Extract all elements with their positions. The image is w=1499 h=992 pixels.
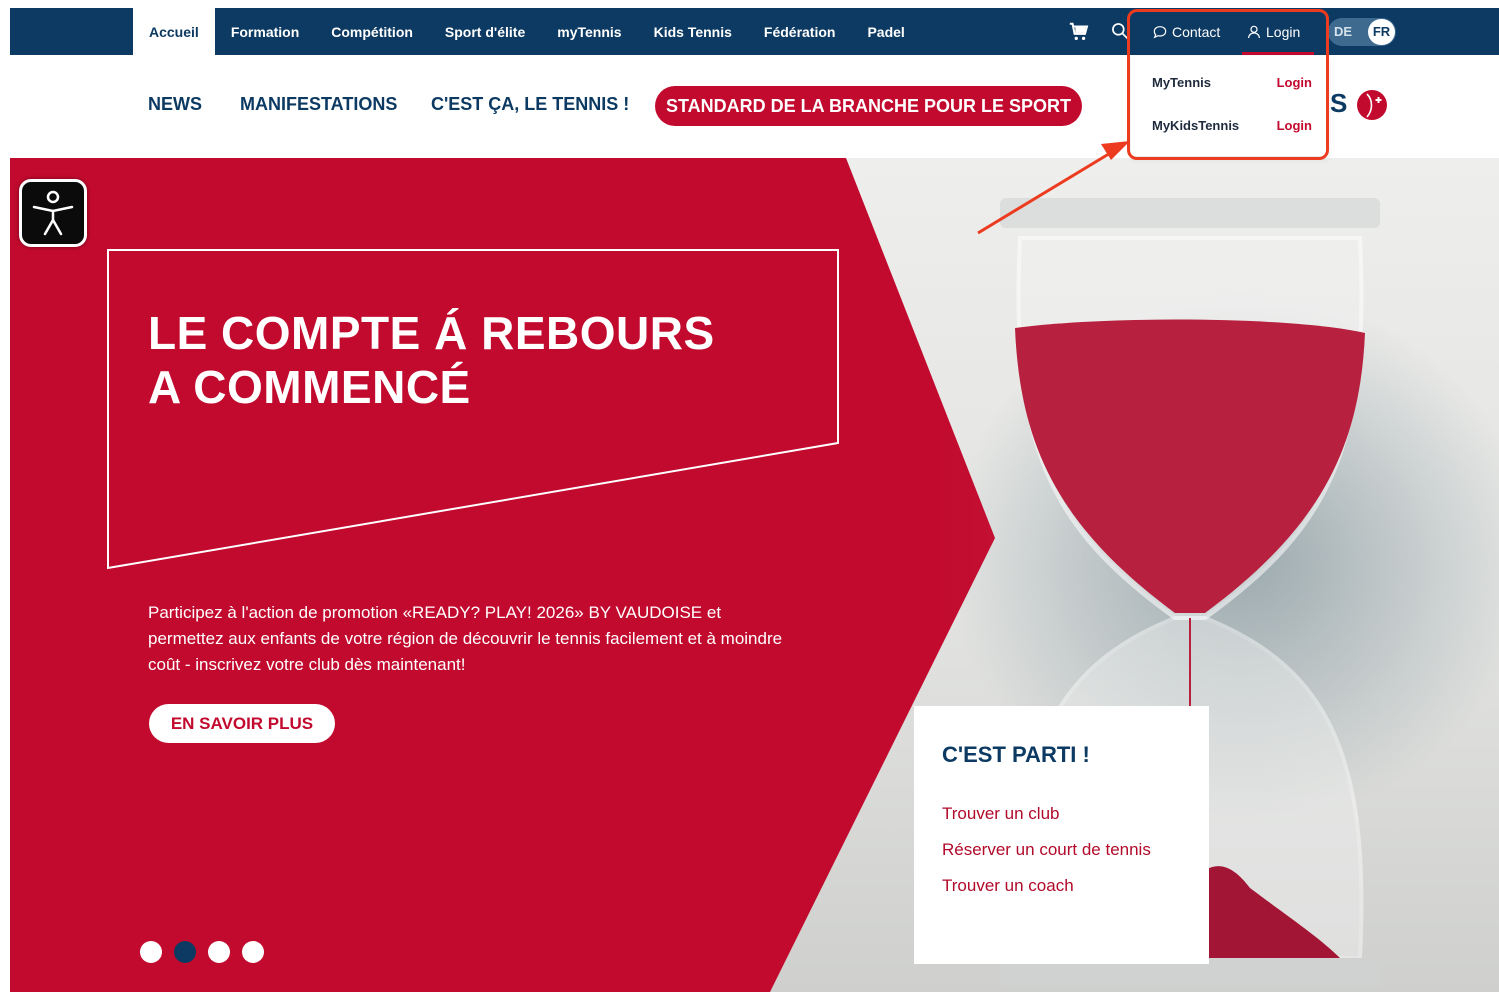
hero-banner: LE COMPTE Á REBOURS A COMMENCÉ Participe… <box>10 158 1499 992</box>
hero-headline-line1: LE COMPTE Á REBOURS <box>148 307 715 359</box>
quick-links-title: C'EST PARTI ! <box>942 742 1090 767</box>
contact-label: Contact <box>1172 23 1221 40</box>
find-coach-link[interactable]: Trouver un coach <box>942 876 1074 896</box>
cart-icon[interactable] <box>1068 21 1090 43</box>
accessibility-button[interactable] <box>19 179 87 247</box>
dropdown-label-mytennis: MyTennis <box>1152 75 1211 90</box>
subnav-manifestations[interactable]: MANIFESTATIONS <box>240 94 397 115</box>
contact-link[interactable]: Contact <box>1152 8 1220 55</box>
subnav-cest-ca-le-tennis[interactable]: C'EST ÇA, LE TENNIS ! <box>431 94 629 115</box>
login-dropdown: MyTennis Login MyKidsTennis Login <box>1131 56 1328 156</box>
login-link[interactable]: Login <box>1246 8 1300 55</box>
hero-headline: LE COMPTE Á REBOURS A COMMENCÉ <box>148 306 788 414</box>
topnav-item-formation[interactable]: Formation <box>215 8 315 55</box>
chat-bubble-icon <box>1153 25 1167 39</box>
language-fr[interactable]: FR <box>1368 19 1395 45</box>
logo-text-fragment: S <box>1330 88 1348 118</box>
mytennis-login-link[interactable]: Login <box>1277 75 1312 90</box>
topnav-item-sport-elite[interactable]: Sport d'élite <box>429 8 541 55</box>
dropdown-row-mykidstennis: MyKidsTennis Login <box>1131 111 1328 143</box>
subnav-news[interactable]: NEWS <box>148 94 202 115</box>
learn-more-button[interactable]: EN SAVOIR PLUS <box>149 704 335 743</box>
carousel-dot-1[interactable] <box>140 941 162 963</box>
login-label: Login <box>1266 23 1301 40</box>
topnav-item-kids-tennis[interactable]: Kids Tennis <box>638 8 748 55</box>
hero-description: Participez à l'action de promotion «READ… <box>148 603 783 674</box>
topnav-item-mytennis[interactable]: myTennis <box>541 8 637 55</box>
user-icon <box>1248 25 1260 38</box>
carousel-dot-2[interactable] <box>174 941 196 963</box>
top-navigation-bar: Accueil Formation Compétition Sport d'él… <box>10 8 1499 55</box>
login-active-indicator <box>1242 52 1314 55</box>
topnav-item-federation[interactable]: Fédération <box>748 8 852 55</box>
main-menu: Accueil Formation Compétition Sport d'él… <box>133 8 921 55</box>
accessibility-icon <box>32 190 74 236</box>
logo-ball-icon[interactable] <box>1357 90 1387 120</box>
find-club-link[interactable]: Trouver un club <box>942 804 1059 824</box>
language-switcher[interactable]: DE FR <box>1328 18 1396 46</box>
topnav-item-padel[interactable]: Padel <box>851 8 920 55</box>
carousel-dot-3[interactable] <box>208 941 230 963</box>
dropdown-row-mytennis: MyTennis Login <box>1131 68 1328 100</box>
book-court-link[interactable]: Réserver un court de tennis <box>942 840 1151 860</box>
language-de[interactable]: DE <box>1334 18 1352 46</box>
carousel-dot-4[interactable] <box>242 941 264 963</box>
quick-links-card: C'EST PARTI ! Trouver un club Réserver u… <box>914 706 1209 964</box>
topnav-item-competition[interactable]: Compétition <box>315 8 429 55</box>
hero-headline-line2: A COMMENCÉ <box>148 361 471 413</box>
mykidstennis-login-link[interactable]: Login <box>1277 118 1312 133</box>
topnav-item-accueil[interactable]: Accueil <box>133 8 215 55</box>
dropdown-label-mykidstennis: MyKidsTennis <box>1152 118 1240 133</box>
branch-standard-button[interactable]: STANDARD DE LA BRANCHE POUR LE SPORT <box>655 86 1082 126</box>
search-icon[interactable] <box>1110 21 1130 41</box>
